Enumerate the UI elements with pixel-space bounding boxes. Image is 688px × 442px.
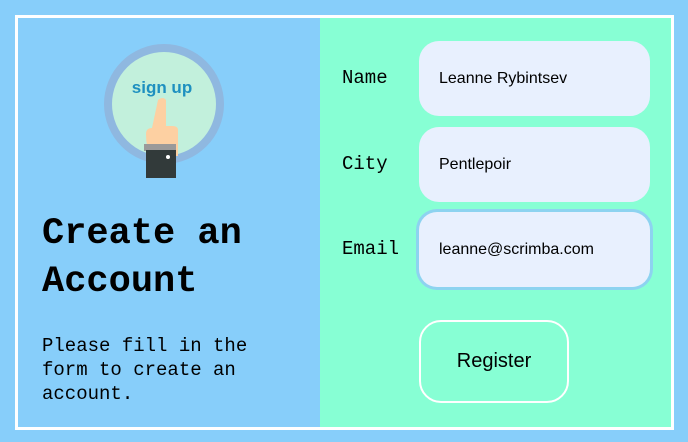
email-row: Email bbox=[320, 212, 671, 287]
email-input[interactable] bbox=[419, 212, 650, 287]
city-input[interactable] bbox=[419, 127, 650, 202]
signup-card: sign up Create an Account Please fill in… bbox=[15, 15, 674, 430]
register-button[interactable]: Register bbox=[419, 320, 569, 403]
name-row: Name bbox=[320, 41, 671, 116]
registration-form: Name City Email Register bbox=[320, 18, 671, 427]
intro-panel: sign up Create an Account Please fill in… bbox=[18, 18, 320, 427]
name-label: Name bbox=[342, 67, 388, 89]
email-label: Email bbox=[342, 238, 400, 260]
logo-text: sign up bbox=[132, 78, 192, 97]
page-description: Please fill in the form to create an acc… bbox=[42, 335, 248, 405]
name-input[interactable] bbox=[419, 41, 650, 116]
city-label: City bbox=[342, 153, 388, 175]
signup-logo-icon: sign up bbox=[104, 44, 224, 178]
page-title: Create an Account bbox=[42, 213, 242, 303]
city-row: City bbox=[320, 127, 671, 202]
